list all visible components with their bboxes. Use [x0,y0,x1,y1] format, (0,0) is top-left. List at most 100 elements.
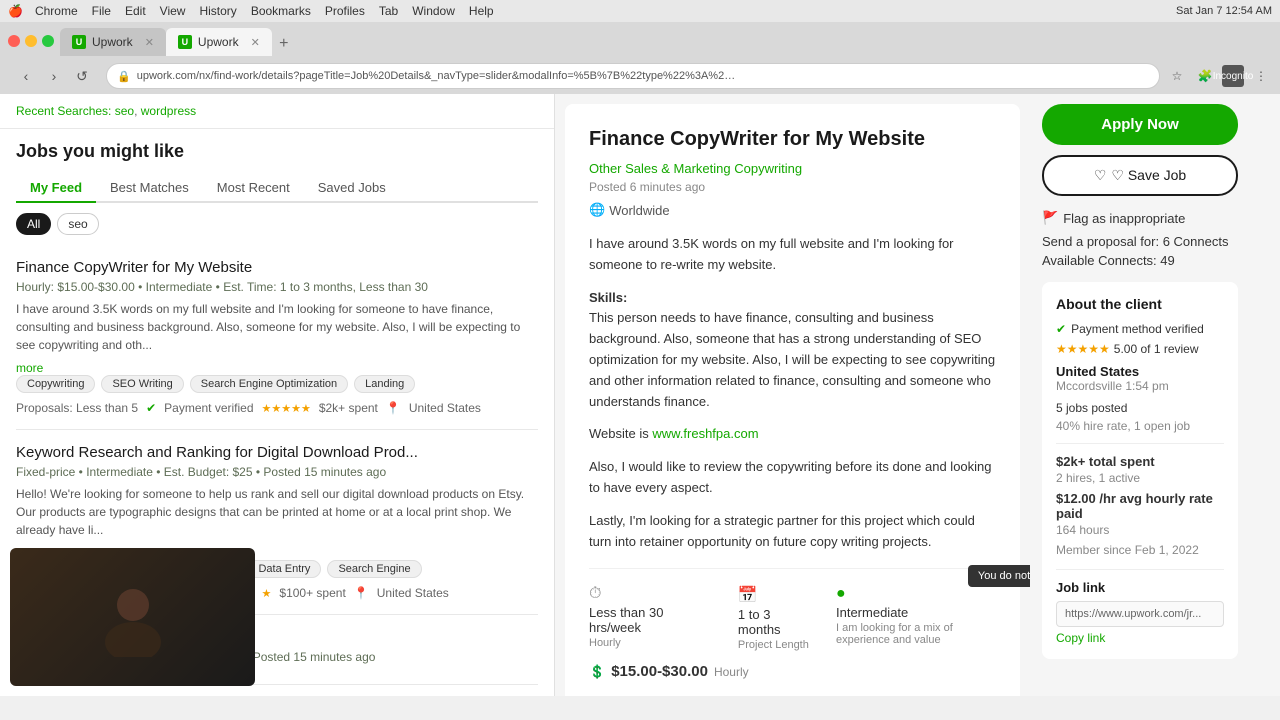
filter-tabs: My Feed Best Matches Most Recent Saved J… [16,174,538,203]
right-sidebar: Apply Now ♡ ♡ Save Job 🚩 Flag as inappro… [1030,94,1250,696]
apply-now-button[interactable]: Apply Now [1042,104,1238,145]
job-card-2-location-icon: 📍 [354,586,369,600]
address-bar[interactable]: 🔒 upwork.com/nx/find-work/details?pageTi… [106,63,1160,89]
job-skills-block: Skills: This person needs to have financ… [589,288,996,413]
tab-my-feed[interactable]: My Feed [16,174,96,203]
browser-tab-1[interactable]: U Upwork ✕ [60,28,166,56]
mac-menu-items: Chrome File Edit View History Bookmarks … [35,4,494,18]
level-icon: ● [836,585,996,603]
website-prefix: Website is [589,426,652,441]
job-stats-row: ⏱ Less than 30 hrs/week Hourly You do no… [589,568,996,651]
traffic-lights [8,35,54,47]
bookmark-icon[interactable]: ☆ [1166,65,1188,87]
stat-length-value: 1 to 3 months [738,607,816,637]
job-category-link[interactable]: Other Sales & Marketing Copywriting [589,161,996,176]
page-content: Recent Searches: seo, wordpress Jobs you… [0,94,1250,696]
job-card-1-desc: I have around 3.5K words on my full webs… [16,300,538,354]
page-body: Recent Searches: seo, wordpress Jobs you… [0,94,1280,696]
skill-search-engine[interactable]: Search Engine Optimization [190,375,348,393]
minimize-window-btn[interactable] [25,35,37,47]
stat-hours-sub: Hourly [589,637,718,649]
forward-button[interactable]: › [42,64,66,88]
jobs-section-title: Jobs you might like [16,141,538,162]
recent-searches-label: Recent Searches: [16,104,111,118]
skill-copywriting[interactable]: Copywriting [16,375,95,393]
close-window-btn[interactable] [8,35,20,47]
project-type-row: Project Type: Ongoing project [589,694,996,696]
menu-bookmarks[interactable]: Bookmarks [251,4,311,18]
skill-seo-writing[interactable]: SEO Writing [101,375,183,393]
new-tab-button[interactable]: + [272,32,296,56]
stat-hours: ⏱ Less than 30 hrs/week Hourly [589,585,718,651]
check-icon: ✔ [1056,322,1066,336]
video-overlay [10,548,255,686]
save-job-label: ♡ Save Job [1111,167,1186,184]
stat-level-sub: I am looking for a mix of experience and… [836,622,996,646]
rating-text: 5.00 of 1 review [1114,342,1199,356]
payment-verified-label: Payment method verified [1071,322,1204,336]
job-card-2-desc: Hello! We're looking for someone to help… [16,485,538,539]
mac-time: Sat Jan 7 12:54 AM [1176,5,1272,17]
client-info-card: About the client ✔ Payment method verifi… [1042,282,1238,659]
recent-search-wordpress[interactable]: wordpress [141,104,196,118]
job-card-1-more[interactable]: more [16,361,43,375]
client-total-spent: $2k+ total spent [1056,454,1224,469]
maximize-window-btn[interactable] [42,35,54,47]
menu-history[interactable]: History [199,4,236,18]
client-hire-rate: 40% hire rate, 1 open job [1056,419,1224,433]
copy-link-button[interactable]: Copy link [1056,631,1224,645]
flag-inappropriate-row[interactable]: 🚩 Flag as inappropriate [1042,210,1238,226]
tab-most-recent[interactable]: Most Recent [203,174,304,203]
save-job-button[interactable]: ♡ ♡ Save Job [1042,155,1238,196]
stat-length: You do not meet this qualification 📅 1 t… [738,585,816,651]
job-rate-row: 💲 $15.00-$30.00 Hourly [589,663,996,680]
browser-tabs: U Upwork ✕ U Upwork ✕ + [60,26,296,56]
menu-chrome[interactable]: Chrome [35,4,78,18]
menu-view[interactable]: View [160,4,186,18]
flag-icon: 🚩 [1042,210,1058,226]
client-hours: 164 hours [1056,523,1224,537]
recent-searches-bar: Recent Searches: seo, wordpress [0,94,554,129]
menu-tab[interactable]: Tab [379,4,398,18]
skill-search-engine2[interactable]: Search Engine [327,560,421,578]
browser-tab-2[interactable]: U Upwork ✕ [166,28,272,56]
recent-searches: Recent Searches: seo, wordpress [16,104,538,118]
skill-landing[interactable]: Landing [354,375,415,393]
tab2-close[interactable]: ✕ [251,36,260,49]
back-button[interactable]: ‹ [14,64,38,88]
job-card-2-title: Keyword Research and Ranking for Digital… [16,444,538,461]
job-detail-card: Finance CopyWriter for My Website Other … [565,104,1020,696]
menu-file[interactable]: File [92,4,111,18]
project-type-value: Ongoing project [668,694,760,696]
job-card-1-stars: ★★★★★ [262,402,311,415]
menu-profiles[interactable]: Profiles [325,4,365,18]
job-card-1-footer: Proposals: Less than 5 ✔ Payment verifie… [16,401,538,415]
stat-level-value: Intermediate [836,605,996,620]
menu-dots-icon[interactable]: ⋮ [1250,65,1272,87]
menu-edit[interactable]: Edit [125,4,146,18]
globe-icon: 🌐 [589,202,605,218]
website-link[interactable]: www.freshfpa.com [652,426,758,441]
job-link-input[interactable] [1056,601,1224,627]
tag-all[interactable]: All [16,213,51,235]
recent-search-seo[interactable]: seo [115,104,134,118]
payment-verified-row: ✔ Payment method verified [1056,322,1224,336]
tag-seo[interactable]: seo [57,213,98,235]
location-text: Worldwide [609,203,669,218]
tab-saved-jobs[interactable]: Saved Jobs [304,174,400,203]
tab1-close[interactable]: ✕ [145,36,154,49]
menu-help[interactable]: Help [469,4,494,18]
job-card-1-meta: Hourly: $15.00-$30.00 • Intermediate • E… [16,280,538,294]
tab-best-matches[interactable]: Best Matches [96,174,203,203]
job-card-2-spent: $100+ spent [279,586,345,600]
job-card-1[interactable]: Finance CopyWriter for My Website Hourly… [16,245,538,430]
client-city: Mccordsville 1:54 pm [1056,379,1224,393]
client-card-title: About the client [1056,296,1224,312]
menu-window[interactable]: Window [412,4,455,18]
reload-button[interactable]: ↺ [70,64,94,88]
job-card-1-location-icon: 📍 [386,401,401,415]
skill-data-entry[interactable]: Data Entry [247,560,321,578]
browser-chrome: U Upwork ✕ U Upwork ✕ + ‹ › ↺ 🔒 upwork.c… [0,22,1280,94]
address-text: upwork.com/nx/find-work/details?pageTitl… [137,70,737,82]
flag-label: Flag as inappropriate [1063,211,1185,226]
